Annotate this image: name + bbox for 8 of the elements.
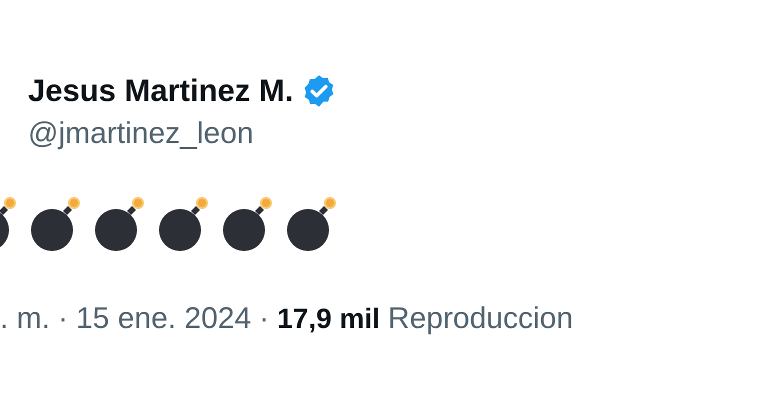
views-count: 17,9 mil	[277, 303, 380, 335]
author-name[interactable]: Jesus Martinez M.	[28, 72, 294, 110]
separator-dot: ·	[259, 302, 270, 336]
tweet-time[interactable]: . m.	[0, 302, 50, 336]
author-handle[interactable]: @jmartinez_leon	[28, 114, 768, 154]
views-label: Reproduccion	[388, 302, 574, 336]
separator-dot: ·	[58, 302, 68, 336]
tweet-date[interactable]: 15 ene. 2024	[76, 302, 252, 336]
